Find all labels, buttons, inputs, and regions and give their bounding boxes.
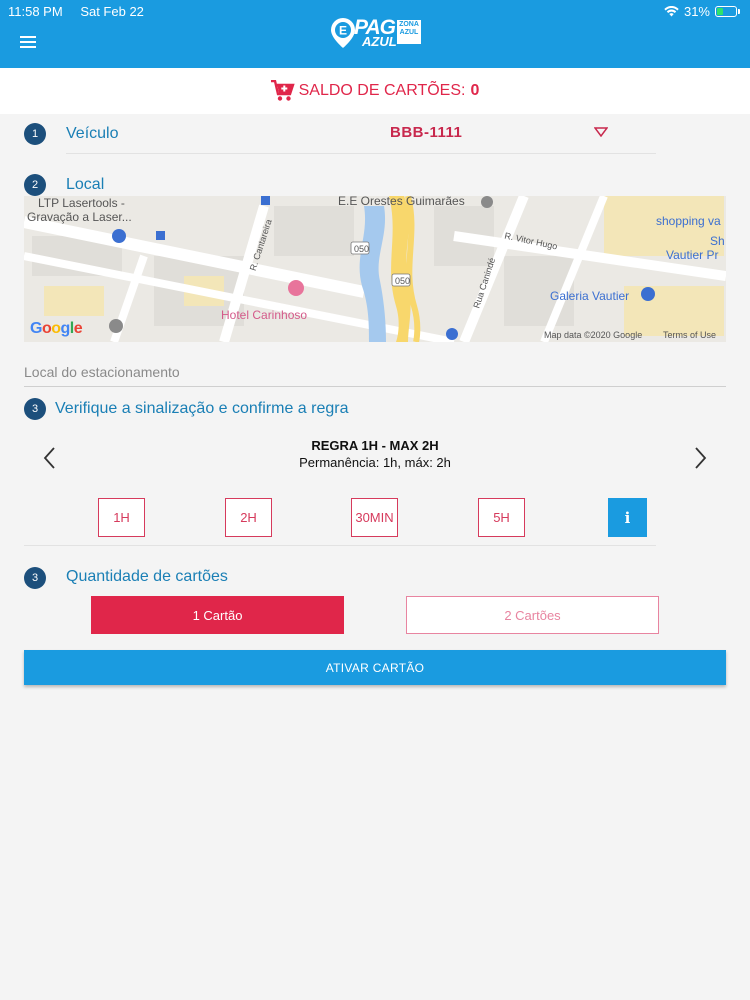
battery-icon	[715, 6, 737, 17]
map-road-050-a: 050	[354, 244, 370, 254]
wifi-icon	[664, 6, 679, 17]
rule-option-5h[interactable]: 5H	[478, 498, 525, 537]
rule-name: REGRA 1H - MAX 2H	[311, 438, 439, 453]
quantity-option-2[interactable]: 2 Cartões	[406, 596, 659, 634]
card-balance-bar: SALDO DE CARTÕES: 0	[0, 68, 750, 114]
app-logo: E PAG AZUL ZONA AZUL	[330, 16, 422, 52]
map-data-attribution: Map data ©2020 Google	[544, 330, 643, 340]
balance-value: 0	[470, 82, 480, 99]
rule-option-30min[interactable]: 30MIN	[351, 498, 398, 537]
map-label-ltp-1: LTP Lasertools -	[38, 196, 125, 210]
status-time: 11:58 PM	[8, 4, 63, 19]
location-title: Local	[66, 176, 105, 193]
status-date: Sat Feb 22	[80, 4, 144, 19]
cart-plus-icon	[270, 80, 295, 101]
info-icon[interactable]: i	[608, 498, 647, 537]
map-label-vautier-pr: Vautier Pr	[666, 248, 719, 262]
triangle-down-icon[interactable]	[594, 127, 608, 137]
location-map[interactable]: LTP Lasertools - Gravação a Laser... E.E…	[24, 196, 726, 342]
logo-zona-azul: ZONA AZUL	[397, 20, 421, 44]
map-label-ltp-2: Gravação a Laser...	[27, 210, 132, 224]
map-label-hotel: Hotel Carinhoso	[221, 308, 308, 322]
rule-description: Permanência: 1h, máx: 2h	[299, 455, 451, 470]
quantity-title: Quantidade de cartões	[66, 568, 228, 585]
quantity-option-1[interactable]: 1 Cartão	[91, 596, 344, 634]
vehicle-plate[interactable]: BBB-1111	[390, 124, 462, 141]
battery-percent: 31%	[683, 4, 710, 19]
step-number-vehicle: 1	[24, 123, 46, 145]
map-road-050-b: 050	[395, 276, 411, 286]
map-label-galeria: Galeria Vautier	[550, 289, 630, 303]
chevron-right-icon[interactable]	[694, 446, 708, 470]
rule-title: Verifique a sinalização e confirme a reg…	[55, 400, 349, 417]
hamburger-menu-icon[interactable]	[20, 36, 36, 48]
step-number-rule: 3	[24, 398, 46, 420]
battery-nub	[738, 9, 740, 14]
rule-divider	[24, 545, 656, 546]
vehicle-title: Veículo	[66, 125, 119, 142]
map-terms-link[interactable]: Terms of Use	[663, 330, 716, 340]
map-label-sh: Sh	[710, 234, 725, 248]
map-label-school: E.E Orestes Guimarães	[338, 196, 465, 208]
app-header: 11:58 PM Sat Feb 22 31% E PAG AZUL ZONA …	[0, 0, 750, 68]
location-pin-icon: E	[331, 18, 355, 48]
balance-label: SALDO DE CARTÕES:	[298, 82, 466, 99]
logo-azul: AZUL	[362, 34, 397, 49]
parking-location-input[interactable]	[24, 357, 726, 387]
vehicle-divider	[66, 153, 656, 154]
rule-option-1h[interactable]: 1H	[98, 498, 145, 537]
map-label-shopping: shopping va	[656, 214, 721, 228]
google-logo: Google	[30, 320, 83, 337]
rule-option-2h[interactable]: 2H	[225, 498, 272, 537]
activate-card-button[interactable]: ATIVAR CARTÃO	[24, 650, 726, 685]
step-number-location: 2	[24, 174, 46, 196]
svg-text:E: E	[339, 24, 347, 38]
step-number-quantity: 3	[24, 567, 46, 589]
